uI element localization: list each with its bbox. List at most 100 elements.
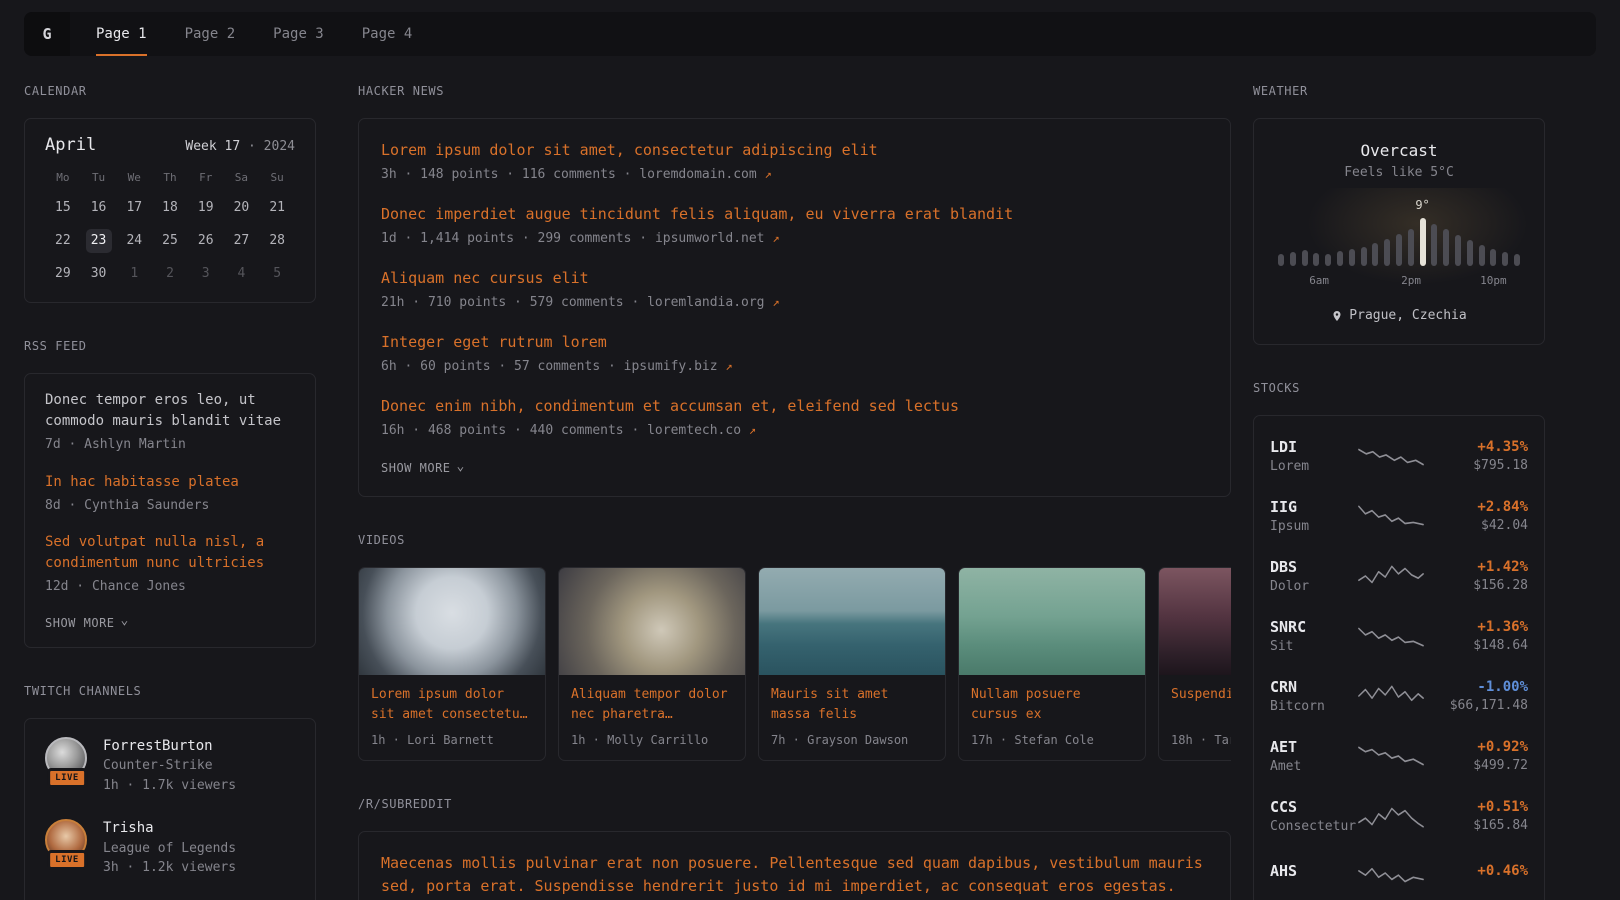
video-thumbnail[interactable] xyxy=(559,568,745,675)
live-badge: LIVE xyxy=(47,768,87,788)
hn-item-link[interactable]: Aliquam nec cursus elit xyxy=(381,267,1208,290)
twitch-channel-name[interactable]: ForrestBurton xyxy=(103,737,236,757)
stock-name: Dolor xyxy=(1270,579,1358,594)
hn-item-domain-link[interactable]: loremlandia.org xyxy=(647,295,764,310)
twitch-channel-info: ForrestBurton Counter-Strike 1h · 1.7k v… xyxy=(103,737,236,796)
stock-price: $165.84 xyxy=(1424,818,1528,833)
video-thumbnail[interactable] xyxy=(359,568,545,675)
right-column: WEATHER Overcast Feels like 5°C xyxy=(1253,84,1545,900)
twitch-channel[interactable]: LIVE Trisha League of Legends 3h · 1.2k … xyxy=(45,819,295,878)
stock-change-block: +1.42% $156.28 xyxy=(1424,559,1528,593)
weather-bar xyxy=(1337,251,1343,266)
rss-item: Sed volutpat nulla nisl, a condimentum n… xyxy=(45,532,295,597)
tab-page-2[interactable]: Page 2 xyxy=(185,12,236,56)
calendar-day: 30 xyxy=(86,262,112,286)
hn-item-link[interactable]: Lorem ipsum dolor sit amet, consectetur … xyxy=(381,139,1208,162)
video-meta: 1h · Lori Barnett xyxy=(359,727,545,760)
calendar-day: 26 xyxy=(193,229,219,253)
external-link-icon[interactable]: ↗ xyxy=(749,423,756,437)
hn-item-domain-link[interactable]: loremtech.co xyxy=(647,423,741,438)
stock-price: $148.64 xyxy=(1424,638,1528,653)
video-card[interactable]: Mauris sit amet massa felis 7h · Grayson… xyxy=(758,567,946,761)
twitch-avatar-wrap: LIVE xyxy=(45,819,89,863)
external-link-icon[interactable]: ↗ xyxy=(772,295,779,309)
external-link-icon[interactable]: ↗ xyxy=(765,167,772,181)
video-meta: 17h · Stefan Cole xyxy=(959,727,1145,760)
video-title-link[interactable]: Mauris sit amet massa felis xyxy=(759,675,945,727)
rss-item-link[interactable]: In hac habitasse platea xyxy=(45,472,295,493)
video-card[interactable]: Aliquam tempor dolor nec pharetra… 1h · … xyxy=(558,567,746,761)
external-link-icon[interactable]: ↗ xyxy=(725,359,732,373)
twitch-channel[interactable]: LIVE ForrestBurton Counter-Strike 1h · 1… xyxy=(45,737,295,796)
tab-page-4[interactable]: Page 4 xyxy=(362,12,413,56)
rss-item-link[interactable]: Sed volutpat nulla nisl, a condimentum n… xyxy=(45,532,295,574)
hackernews-card: Lorem ipsum dolor sit amet, consectetur … xyxy=(358,118,1231,497)
stocks-section-title: STOCKS xyxy=(1253,381,1545,395)
weather-section: WEATHER Overcast Feels like 5°C xyxy=(1253,84,1545,345)
stocks-card: LDI Lorem +4.35% $795.18 IIG Ipsum xyxy=(1253,415,1545,900)
hn-show-more-button[interactable]: SHOW MORE ⌄ xyxy=(381,461,465,475)
video-card[interactable]: Suspendisse … diam 18h · Tara xyxy=(1158,567,1231,761)
weather-bar xyxy=(1361,247,1367,266)
weather-time: 2pm xyxy=(1401,274,1421,287)
video-title-link[interactable]: Lorem ipsum dolor sit amet consectetu… xyxy=(359,675,545,727)
stock-name: Sit xyxy=(1270,639,1358,654)
stock-change-block: +0.51% $165.84 xyxy=(1424,799,1528,833)
weather-bar xyxy=(1313,253,1319,266)
rss-item: In hac habitasse platea 8d · Cynthia Sau… xyxy=(45,472,295,516)
tab-page-3[interactable]: Page 3 xyxy=(273,12,324,56)
stock-symbol: SNRC xyxy=(1270,618,1358,636)
video-card[interactable]: Lorem ipsum dolor sit amet consectetu… 1… xyxy=(358,567,546,761)
subreddit-section: /R/SUBREDDIT Maecenas mollis pulvinar er… xyxy=(358,797,1231,900)
rss-section-title: RSS FEED xyxy=(24,339,316,353)
stock-change-block: +1.36% $148.64 xyxy=(1424,619,1528,653)
show-more-label: SHOW MORE xyxy=(45,616,115,630)
video-meta: 7h · Grayson Dawson xyxy=(759,727,945,760)
video-title-link[interactable]: Suspendisse … diam xyxy=(1159,675,1231,727)
weather-bar xyxy=(1443,229,1449,266)
weather-bar xyxy=(1479,245,1485,266)
stock-sparkline xyxy=(1358,858,1424,888)
video-title-link[interactable]: Nullam posuere cursus ex xyxy=(959,675,1145,727)
hn-item-domain-link[interactable]: ipsumify.biz xyxy=(624,359,718,374)
stock-name: Amet xyxy=(1270,759,1358,774)
weather-bar xyxy=(1502,252,1508,266)
stock-id: LDI Lorem xyxy=(1270,438,1358,474)
stock-name: Lorem xyxy=(1270,459,1358,474)
video-card[interactable]: Nullam posuere cursus ex 17h · Stefan Co… xyxy=(958,567,1146,761)
hn-item-link[interactable]: Integer eget rutrum lorem xyxy=(381,331,1208,354)
video-thumbnail[interactable] xyxy=(759,568,945,675)
stock-id: AET Amet xyxy=(1270,738,1358,774)
video-meta: 18h · Tara xyxy=(1159,727,1231,760)
calendar-week: Week 17 · 2024 xyxy=(185,139,295,154)
external-link-icon[interactable]: ↗ xyxy=(772,231,779,245)
location-pin-icon xyxy=(1331,310,1343,322)
reddit-item-link[interactable]: Maecenas mollis pulvinar erat non posuer… xyxy=(381,852,1208,897)
video-thumbnail[interactable] xyxy=(959,568,1145,675)
stock-row: SNRC Sit +1.36% $148.64 xyxy=(1270,606,1528,666)
stock-sparkline xyxy=(1358,741,1424,771)
video-title-link[interactable]: Aliquam tempor dolor nec pharetra… xyxy=(559,675,745,727)
hn-item: Donec imperdiet augue tincidunt felis al… xyxy=(381,203,1208,248)
stock-change: +0.46% xyxy=(1424,863,1528,879)
hn-item-domain-link[interactable]: loremdomain.com xyxy=(639,167,756,182)
hn-item-link[interactable]: Donec enim nibh, condimentum et accumsan… xyxy=(381,395,1208,418)
app-logo[interactable]: G xyxy=(24,12,70,56)
weather-location-label: Prague, Czechia xyxy=(1349,308,1466,323)
weather-bars: 9° xyxy=(1278,214,1520,266)
video-thumbnail[interactable] xyxy=(1159,568,1231,675)
hn-item-domain-link[interactable]: ipsumworld.net xyxy=(655,231,765,246)
calendar-dow: Th xyxy=(163,171,176,187)
tab-page-1[interactable]: Page 1 xyxy=(96,12,147,56)
hackernews-section: HACKER NEWS Lorem ipsum dolor sit amet, … xyxy=(358,84,1231,497)
rss-show-more-button[interactable]: SHOW MORE ⌄ xyxy=(45,616,129,630)
weather-bar xyxy=(1396,234,1402,266)
calendar-day-next-month: 5 xyxy=(264,262,290,286)
stock-price: $156.28 xyxy=(1424,578,1528,593)
rss-item-link[interactable]: Donec tempor eros leo, ut commodo mauris… xyxy=(45,390,295,432)
hn-item-stats: 21h · 710 points · 579 comments · xyxy=(381,295,639,310)
twitch-channel-name[interactable]: Trisha xyxy=(103,819,236,839)
calendar-grid: Mo Tu We Th Fr Sa Su 15 16 17 18 19 20 2… xyxy=(45,171,295,286)
twitch-card: LIVE ForrestBurton Counter-Strike 1h · 1… xyxy=(24,718,316,900)
hn-item-link[interactable]: Donec imperdiet augue tincidunt felis al… xyxy=(381,203,1208,226)
